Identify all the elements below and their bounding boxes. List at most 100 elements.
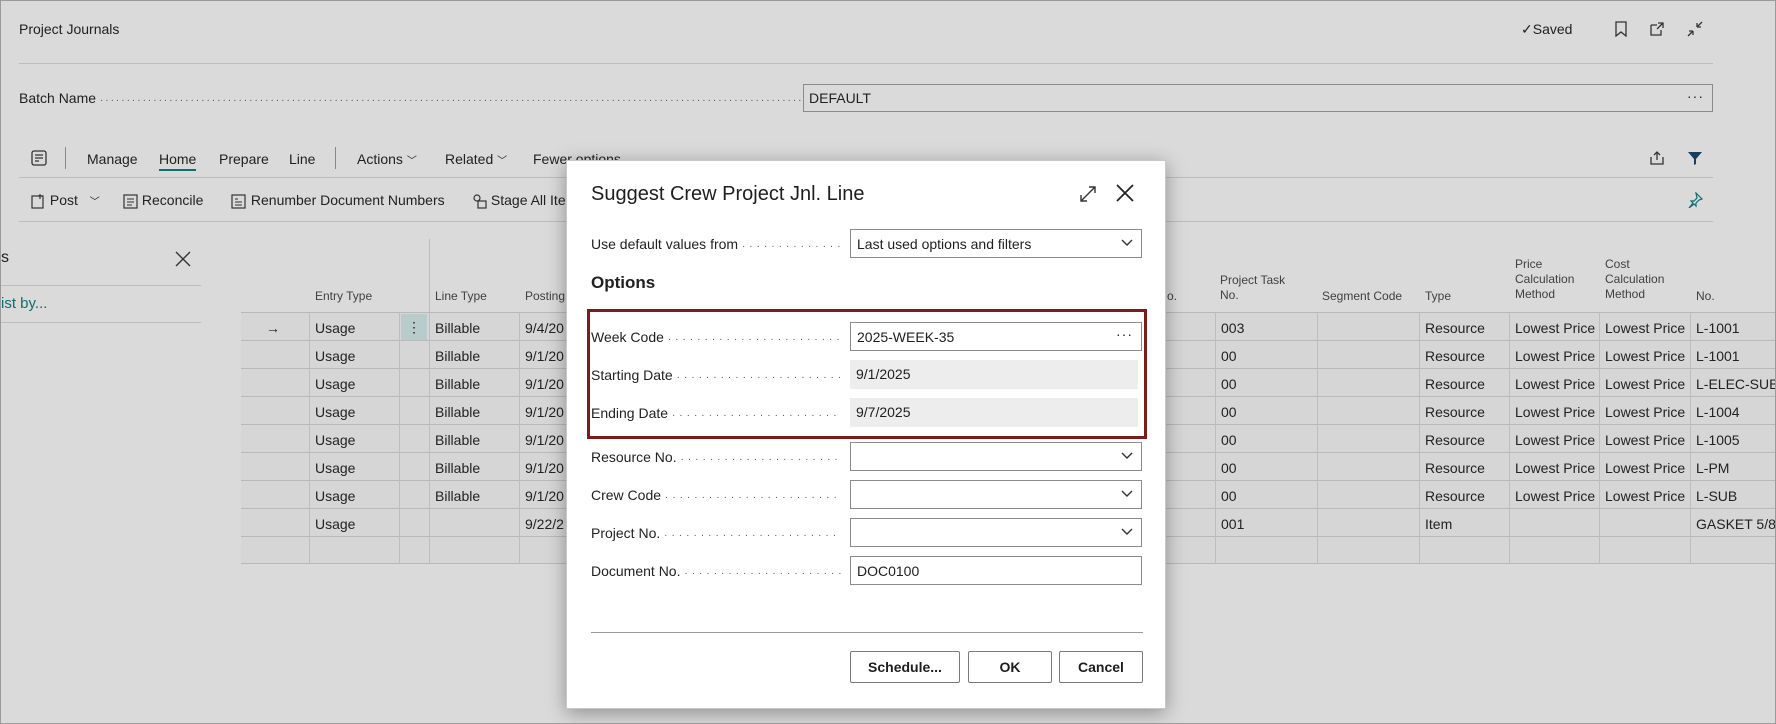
reconcile-button[interactable]: Reconcile bbox=[123, 192, 203, 209]
project-no-dropdown[interactable] bbox=[850, 518, 1142, 547]
ok-button[interactable]: OK bbox=[968, 651, 1052, 683]
expand-icon[interactable] bbox=[1079, 185, 1097, 203]
pin-icon[interactable] bbox=[1687, 192, 1703, 208]
project-no-label: Project No. ····························… bbox=[591, 525, 841, 541]
cell-no: L-SUB bbox=[1696, 488, 1738, 504]
cell-type: Item bbox=[1425, 516, 1453, 532]
cell-line-type: Billable bbox=[435, 460, 481, 476]
cell-project-task: 00 bbox=[1221, 348, 1237, 364]
open-new-window-icon[interactable] bbox=[1649, 21, 1665, 37]
cancel-button[interactable]: Cancel bbox=[1059, 651, 1143, 683]
document-no-field[interactable]: DOC0100 bbox=[850, 556, 1142, 585]
batch-name-label: Batch Name ·····························… bbox=[19, 90, 801, 106]
divider bbox=[1, 285, 201, 286]
close-icon[interactable] bbox=[175, 251, 191, 267]
col-header-cost-calculation-method[interactable]: Cost Calculation Method bbox=[1605, 257, 1664, 302]
tab-line[interactable]: Line bbox=[289, 151, 315, 167]
crew-code-dropdown[interactable] bbox=[850, 480, 1142, 509]
page-title: Project Journals bbox=[19, 21, 120, 37]
cell-project-task: 001 bbox=[1221, 516, 1245, 532]
cell-no: GASKET 5/8 bbox=[1696, 516, 1776, 532]
schedule-button[interactable]: Schedule... bbox=[850, 651, 960, 683]
cell-line-type: Billable bbox=[435, 348, 481, 364]
col-divider bbox=[399, 312, 400, 564]
col-divider bbox=[309, 312, 310, 564]
separator bbox=[65, 147, 66, 169]
reconcile-icon bbox=[123, 194, 138, 209]
col-divider bbox=[1690, 312, 1691, 564]
cell-project-task: 00 bbox=[1221, 488, 1237, 504]
resource-no-dropdown[interactable] bbox=[850, 442, 1142, 471]
col-header-no[interactable]: No. bbox=[1696, 289, 1715, 304]
col-header-segment-code[interactable]: Segment Code bbox=[1322, 289, 1402, 304]
cell-posting-date: 9/4/20 bbox=[525, 320, 564, 336]
cell-cost-calc: Lowest Price bbox=[1605, 404, 1686, 420]
tab-prepare[interactable]: Prepare bbox=[219, 151, 269, 167]
col-header-type[interactable]: Type bbox=[1425, 289, 1451, 304]
bookmark-icon[interactable] bbox=[1615, 21, 1627, 37]
factbox-title: s bbox=[1, 249, 9, 266]
cell-project-task: 00 bbox=[1221, 404, 1237, 420]
cell-no: L-ELEC-SUB bbox=[1696, 376, 1776, 392]
cell-no: L-1001 bbox=[1696, 320, 1740, 336]
dotted-leader: ······················ bbox=[741, 241, 841, 252]
tab-home[interactable]: Home bbox=[159, 151, 197, 171]
cell-price-calc: Lowest Price bbox=[1515, 488, 1596, 504]
cell-type: Resource bbox=[1425, 348, 1485, 364]
separator bbox=[335, 147, 336, 169]
cell-cost-calc: Lowest Price bbox=[1605, 376, 1686, 392]
cell-entry-type: Usage bbox=[315, 460, 356, 476]
cell-entry-type: Usage bbox=[315, 488, 356, 504]
project-journals-page: Project Journals ✓Saved Batch Name ·····… bbox=[0, 0, 1776, 724]
suggest-crew-dialog: Suggest Crew Project Jnl. Line Use defau… bbox=[566, 160, 1166, 709]
filter-icon[interactable] bbox=[1687, 150, 1703, 166]
stage-all-items-button[interactable]: Stage All Ite bbox=[471, 192, 566, 209]
cell-posting-date: 9/1/20 bbox=[525, 376, 564, 392]
cell-cost-calc: Lowest Price bbox=[1605, 348, 1686, 364]
cell-entry-type: Usage bbox=[315, 320, 356, 336]
col-divider bbox=[519, 312, 520, 564]
col-header-project-task-no[interactable]: Project Task No. bbox=[1220, 273, 1285, 303]
cell-project-task: 003 bbox=[1221, 320, 1245, 336]
cell-project-task: 00 bbox=[1221, 376, 1237, 392]
cell-type: Resource bbox=[1425, 376, 1485, 392]
cell-line-type: Billable bbox=[435, 404, 481, 420]
post-button[interactable]: Post ﹀ bbox=[31, 192, 100, 209]
batch-name-field[interactable]: DEFAULT ··· bbox=[803, 84, 1713, 112]
page-layout-icon[interactable] bbox=[31, 150, 47, 166]
collapse-icon[interactable] bbox=[1687, 21, 1703, 37]
dialog-title: Suggest Crew Project Jnl. Line bbox=[591, 183, 865, 205]
crew-code-label: Crew Code ······························… bbox=[591, 487, 841, 503]
ellipsis-icon[interactable]: ··· bbox=[1687, 88, 1704, 104]
cell-posting-date: 9/1/20 bbox=[525, 488, 564, 504]
factbox-link[interactable]: ist by... bbox=[1, 295, 47, 312]
col-header-line-type[interactable]: Line Type bbox=[435, 289, 487, 304]
cell-posting-date: 9/22/2 bbox=[525, 516, 564, 532]
cell-posting-date: 9/1/20 bbox=[525, 460, 564, 476]
default-values-dropdown[interactable]: Last used options and filters bbox=[850, 229, 1142, 258]
chevron-down-icon[interactable]: ﹀ bbox=[90, 197, 100, 208]
dotted-leader: ··································· bbox=[664, 492, 841, 503]
cell-price-calc: Lowest Price bbox=[1515, 432, 1596, 448]
close-icon[interactable] bbox=[1115, 183, 1135, 203]
checkmark-icon: ✓ bbox=[1521, 21, 1533, 37]
tab-actions[interactable]: Actions ﹀ bbox=[357, 151, 417, 167]
dotted-leader: ······························ bbox=[684, 568, 841, 579]
col-header-entry-type[interactable]: Entry Type bbox=[315, 289, 372, 304]
col-divider bbox=[429, 312, 430, 564]
default-values-label: Use default values from ················… bbox=[591, 236, 841, 252]
col-header-price-calculation-method[interactable]: Price Calculation Method bbox=[1515, 257, 1574, 302]
col-header-no-fragment[interactable]: o. bbox=[1167, 289, 1177, 304]
tab-related[interactable]: Related ﹀ bbox=[445, 151, 507, 167]
cell-no: L-PM bbox=[1696, 460, 1730, 476]
divider bbox=[19, 63, 1713, 64]
share-icon[interactable] bbox=[1649, 150, 1665, 166]
stage-icon bbox=[471, 193, 487, 209]
renumber-document-numbers-button[interactable]: Renumber Document Numbers bbox=[231, 192, 445, 209]
row-menu-icon[interactable]: ⋮ bbox=[401, 314, 427, 340]
cell-line-type: Billable bbox=[435, 432, 481, 448]
cell-entry-type: Usage bbox=[315, 516, 356, 532]
col-header-posting-date[interactable]: Posting bbox=[525, 289, 565, 304]
tab-manage[interactable]: Manage bbox=[87, 151, 138, 167]
cell-line-type: Billable bbox=[435, 376, 481, 392]
